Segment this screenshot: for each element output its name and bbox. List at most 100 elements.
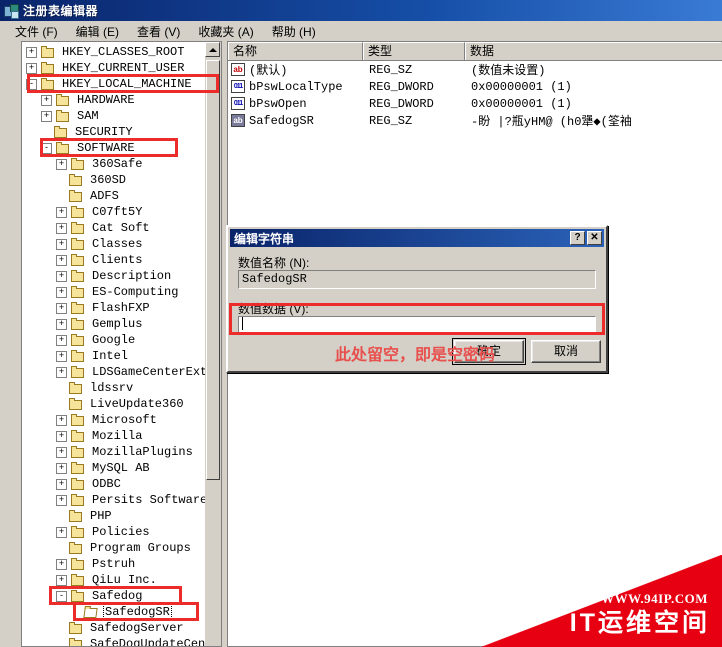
tree-node[interactable]: SECURITY [22, 124, 208, 140]
tree-node[interactable]: + QiLu Inc. [22, 572, 208, 588]
expand-icon[interactable]: + [56, 414, 67, 426]
tree-node[interactable]: + HARDWARE [22, 92, 208, 108]
value-data-input[interactable] [238, 316, 596, 335]
menu-item-edit[interactable]: 编辑 (E) [67, 21, 128, 42]
tree-node[interactable]: + C07ft5Y [22, 204, 208, 220]
table-row[interactable]: ab (默认) REG_SZ (数值未设置) [228, 61, 722, 78]
collapse-icon[interactable]: - [41, 142, 52, 154]
tree-node[interactable]: + HKEY_CURRENT_USER [22, 60, 208, 76]
table-row[interactable]: 011 bPswOpen REG_DWORD 0x00000001 (1) [228, 95, 722, 112]
expand-icon[interactable]: + [56, 222, 67, 234]
expand-icon[interactable]: + [41, 110, 52, 122]
tree-node[interactable]: ADFS [22, 188, 208, 204]
tree-node[interactable]: + Microsoft [22, 412, 208, 428]
expand-icon[interactable]: + [56, 350, 67, 362]
folder-icon [70, 221, 86, 235]
tree-node[interactable]: - Safedog [22, 588, 208, 604]
tree-node-label: Classes [92, 237, 143, 251]
window-title: 注册表编辑器 [23, 4, 99, 18]
collapse-icon[interactable]: - [26, 78, 37, 90]
expand-icon[interactable]: + [56, 270, 67, 282]
tree-node[interactable]: SafedogSR [22, 603, 208, 621]
tree-node[interactable]: + Cat Soft [22, 220, 208, 236]
tree-node[interactable]: + Pstruh [22, 556, 208, 572]
value-name: (默认) [249, 64, 288, 78]
expand-icon[interactable]: + [56, 318, 67, 330]
folder-icon [55, 141, 71, 155]
tree-node[interactable]: + SAM [22, 108, 208, 124]
expand-icon[interactable]: + [56, 366, 67, 378]
menu-item-view[interactable]: 查看 (V) [128, 21, 189, 42]
expand-icon[interactable]: + [56, 462, 67, 474]
tree-node[interactable]: + MozillaPlugins [22, 444, 208, 460]
tree-node[interactable]: + Google [22, 332, 208, 348]
column-header-type[interactable]: 类型 [363, 42, 465, 60]
expand-icon[interactable]: + [56, 158, 67, 170]
expand-icon[interactable]: + [26, 46, 37, 58]
expand-icon[interactable]: + [56, 286, 67, 298]
cancel-button[interactable]: 取消 [531, 340, 601, 363]
menu-item-help[interactable]: 帮助 (H) [263, 21, 325, 42]
tree-node[interactable]: PHP [22, 508, 208, 524]
cell-type: REG_SZ [369, 113, 413, 128]
column-header-data[interactable]: 数据 [465, 42, 721, 60]
tree-node[interactable]: + Intel [22, 348, 208, 364]
tree-node[interactable]: + Clients [22, 252, 208, 268]
expand-icon[interactable]: + [56, 494, 67, 506]
value-name: bPswOpen [249, 96, 307, 111]
tree-node[interactable]: LiveUpdate360 [22, 396, 208, 412]
scroll-up-button[interactable] [205, 42, 220, 57]
tree-node[interactable]: - SOFTWARE [22, 140, 208, 156]
table-row[interactable]: 011 bPswLocalType REG_DWORD 0x00000001 (1) [228, 78, 722, 95]
tree-node[interactable]: +360Safe [22, 156, 208, 172]
expand-icon[interactable]: + [26, 62, 37, 74]
expand-icon[interactable]: + [56, 334, 67, 346]
help-button[interactable]: ? [570, 231, 585, 245]
tree-node[interactable]: + Policies [22, 524, 208, 540]
expand-icon[interactable]: + [56, 302, 67, 314]
tree-node[interactable]: + FlashFXP [22, 300, 208, 316]
expand-icon[interactable]: + [56, 574, 67, 586]
tree-node[interactable]: Program Groups [22, 540, 208, 556]
tree-node[interactable]: SafedogServer [22, 620, 208, 636]
tree-node[interactable]: + HKEY_CLASSES_ROOT [22, 44, 208, 60]
folder-icon [70, 237, 86, 251]
column-header-name[interactable]: 名称 [228, 42, 363, 60]
close-button[interactable]: ✕ [587, 231, 602, 245]
dword-value-icon: 011 [231, 97, 245, 110]
tree-node[interactable]: + ES-Computing [22, 284, 208, 300]
tree-node[interactable]: + Description [22, 268, 208, 284]
folder-icon [68, 621, 84, 635]
expand-icon[interactable]: + [56, 446, 67, 458]
expand-icon[interactable]: + [56, 478, 67, 490]
tree-node[interactable]: + Persits Software [22, 492, 208, 508]
expand-icon[interactable]: + [56, 526, 67, 538]
scrollbar-thumb[interactable] [206, 60, 220, 480]
annotation-note: 此处留空，即是空密码 [335, 347, 496, 364]
table-row[interactable]: ab SafedogSR REG_SZ -盼 |?瓶yHM@ (h0犟◆(筌袖 [228, 112, 722, 129]
tree-node[interactable]: + Mozilla [22, 428, 208, 444]
menu-item-file[interactable]: 文件 (F) [6, 21, 67, 42]
tree-node[interactable]: 360SD [22, 172, 208, 188]
tree-node[interactable]: ldssrv [22, 380, 208, 396]
expand-icon[interactable]: + [56, 238, 67, 250]
registry-tree-pane[interactable]: + HKEY_CLASSES_ROOT + HKEY_CURRENT_USER - HKE… [21, 41, 226, 647]
collapse-icon[interactable]: - [56, 590, 67, 602]
menu-item-favorites[interactable]: 收藏夹 (A) [189, 21, 262, 42]
tree-node[interactable]: + Classes [22, 236, 208, 252]
tree-node[interactable]: - HKEY_LOCAL_MACHINE [22, 76, 208, 92]
tree-vertical-scrollbar[interactable] [205, 41, 222, 647]
expand-icon[interactable]: + [41, 94, 52, 106]
tree-node[interactable]: SafeDogUpdateCen [22, 636, 208, 646]
tree-node[interactable]: + ODBC [22, 476, 208, 492]
tree-node[interactable]: + MySQL AB [22, 460, 208, 476]
value-name-input[interactable]: SafedogSR [238, 270, 596, 289]
expand-icon[interactable]: + [56, 254, 67, 266]
expand-icon[interactable]: + [56, 430, 67, 442]
expand-icon[interactable]: + [56, 558, 67, 570]
expand-icon[interactable]: + [56, 206, 67, 218]
tree-node[interactable]: + LDSGameCenterExt [22, 364, 208, 380]
tree-node[interactable]: + Gemplus [22, 316, 208, 332]
